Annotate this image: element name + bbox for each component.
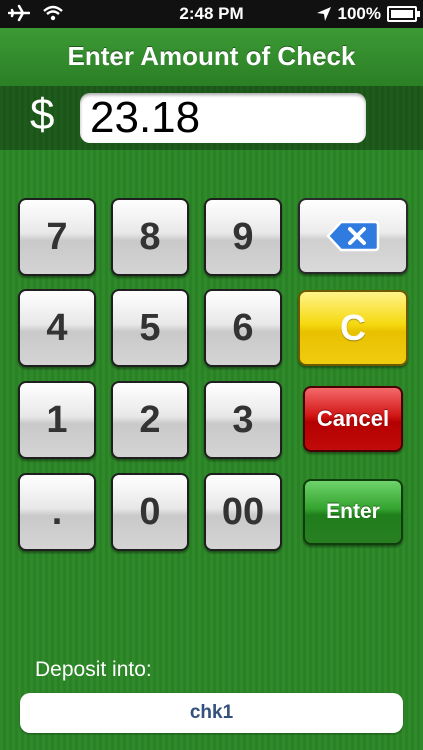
key-4[interactable]: 4 (18, 289, 96, 367)
status-right: 100% (316, 4, 420, 24)
backspace-icon (326, 220, 380, 252)
key-9[interactable]: 9 (204, 198, 282, 276)
key-decimal[interactable]: . (18, 473, 96, 551)
currency-symbol: $ (30, 90, 55, 139)
battery-percent: 100% (337, 4, 381, 23)
key-00[interactable]: 00 (204, 473, 282, 551)
amount-input[interactable]: 23.18 (80, 93, 366, 143)
key-2[interactable]: 2 (111, 381, 189, 459)
backspace-button[interactable] (298, 198, 408, 274)
key-1[interactable]: 1 (18, 381, 96, 459)
key-0[interactable]: 0 (111, 473, 189, 551)
deposit-label: Deposit into: (35, 658, 152, 681)
location-arrow-icon (316, 7, 331, 21)
clear-button[interactable]: C (298, 290, 408, 366)
key-7[interactable]: 7 (18, 198, 96, 276)
key-5[interactable]: 5 (111, 289, 189, 367)
key-8[interactable]: 8 (111, 198, 189, 276)
status-bar: 2:48 PM 100% (0, 0, 423, 28)
cancel-button[interactable]: Cancel (303, 386, 403, 452)
key-6[interactable]: 6 (204, 289, 282, 367)
page-title: Enter Amount of Check (0, 28, 423, 86)
key-3[interactable]: 3 (204, 381, 282, 459)
amount-bar: $ 23.18 (0, 86, 423, 150)
enter-button[interactable]: Enter (303, 479, 403, 545)
battery-icon (387, 6, 420, 22)
account-selector[interactable]: chk1 (20, 693, 403, 733)
